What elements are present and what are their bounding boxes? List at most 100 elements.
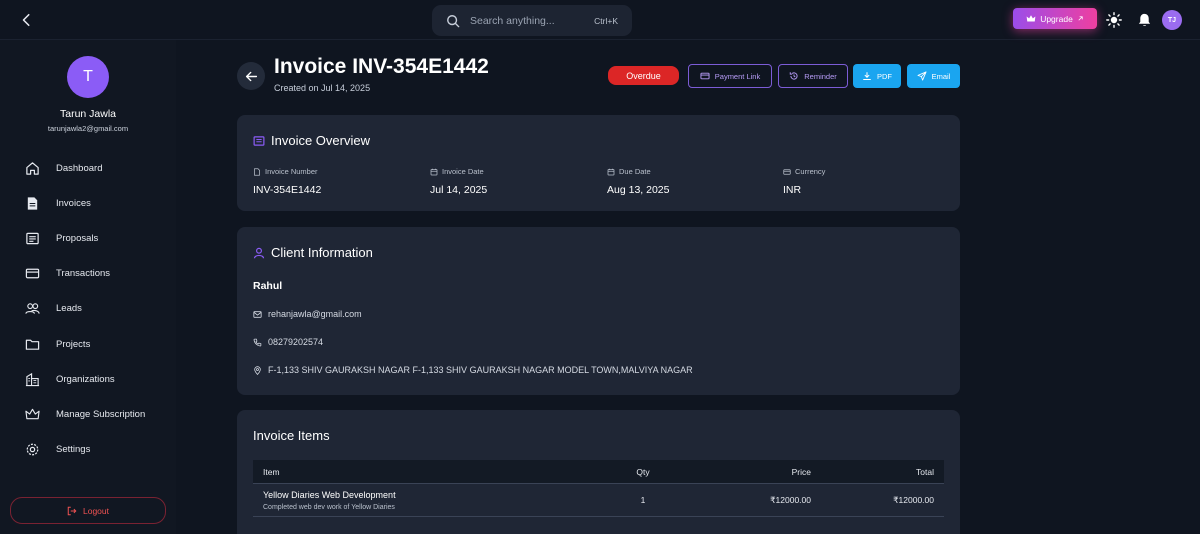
overview-invoice-number: Invoice Number INV-354E1442: [253, 167, 321, 196]
list-icon: [26, 232, 39, 244]
invoice-items-heading: Invoice Items: [253, 428, 330, 443]
column-item: Item: [263, 466, 280, 477]
collapse-sidebar-icon[interactable]: [20, 11, 36, 29]
reminder-button[interactable]: Reminder: [778, 64, 848, 88]
invoice-items-title: Invoice Items: [253, 428, 330, 443]
map-pin-icon: [254, 365, 261, 375]
overview-value: INR: [783, 184, 802, 196]
overview-invoice-date: Invoice Date Jul 14, 2025: [430, 167, 487, 196]
client-email: rehanjawla@gmail.com: [268, 309, 362, 319]
client-information-card: Client Information Rahul rehanjawla@gmai…: [237, 227, 960, 395]
invoice-overview-title: Invoice Overview: [271, 133, 370, 148]
status-badge: Overdue: [608, 66, 679, 85]
client-address: F-1,133 SHIV GAURAKSH NAGAR F-1,133 SHIV…: [268, 365, 693, 375]
top-bar: Search anything... Ctrl+K Upgrade TJ: [0, 0, 1200, 40]
overview-value: INV-354E1442: [253, 184, 322, 196]
sidebar-item-proposals[interactable]: Proposals: [25, 228, 98, 248]
logout-label: Logout: [83, 505, 109, 516]
calendar-icon: [607, 168, 615, 175]
invoice-overview-card: Invoice Overview Invoice Number INV-354E…: [237, 115, 960, 211]
column-price: Price: [791, 466, 811, 477]
invoice-overview-heading: Invoice Overview: [253, 133, 370, 148]
email-button[interactable]: Email: [907, 64, 960, 88]
back-button[interactable]: [237, 62, 265, 90]
credit-card-icon: [25, 268, 40, 278]
sidebar-item-label: Transactions: [56, 267, 111, 279]
sidebar-item-label: Leads: [56, 302, 82, 314]
profile-email: tarunjawla2@gmail.com: [47, 124, 129, 133]
sidebar-item-label: Dashboard: [56, 162, 103, 174]
send-icon: [917, 71, 927, 81]
search-bar[interactable]: Search anything... Ctrl+K: [432, 5, 632, 36]
item-name: Yellow Diaries Web Development: [263, 489, 396, 500]
sidebar-item-dashboard[interactable]: Dashboard: [25, 158, 102, 178]
arrow-left-icon: [245, 71, 257, 81]
gear-icon: [26, 443, 39, 455]
upgrade-button[interactable]: Upgrade: [1013, 8, 1097, 29]
sidebar-item-label: Proposals: [56, 232, 99, 244]
item-cell: Yellow Diaries Web Development Completed…: [253, 490, 613, 511]
folder-icon: [25, 339, 40, 350]
sidebar-item-leads[interactable]: Leads: [25, 298, 82, 318]
phone-icon: [253, 338, 262, 346]
logout-button[interactable]: Logout: [10, 497, 166, 524]
file-icon: [254, 167, 260, 176]
invoice-items-card: Invoice Items Item Qty Price Total Yello…: [237, 410, 960, 534]
overview-currency: Currency INR: [783, 167, 825, 196]
upgrade-label: Upgrade: [1040, 13, 1073, 24]
column-qty: Qty: [636, 466, 650, 477]
item-qty: 1: [640, 495, 646, 505]
page-subtitle: Created on Jul 14, 2025: [274, 83, 371, 93]
sidebar-item-projects[interactable]: Projects: [25, 334, 90, 354]
item-description: Completed web dev work of Yellow Diaries: [263, 503, 395, 511]
table-row: Yellow Diaries Web Development Completed…: [253, 484, 944, 517]
sidebar-item-label: Organizations: [56, 373, 115, 385]
sidebar-item-label: Settings: [56, 443, 91, 455]
overview-value: Jul 14, 2025: [430, 184, 488, 196]
bell-icon[interactable]: [1137, 12, 1152, 28]
sun-icon[interactable]: [1106, 12, 1122, 28]
credit-card-icon: [700, 72, 710, 80]
logout-icon: [67, 506, 77, 515]
item-price: ₹12000.00: [770, 494, 811, 505]
pdf-button[interactable]: PDF: [853, 64, 901, 88]
sidebar-item-settings[interactable]: Settings: [25, 439, 90, 459]
building-icon: [25, 372, 40, 386]
main-content: Invoice INV-354E1442 Created on Jul 14, …: [176, 40, 1200, 534]
user-avatar[interactable]: TJ: [1162, 10, 1182, 30]
email-label: Email: [931, 71, 951, 81]
page-title: Invoice INV-354E1442: [274, 55, 489, 78]
sidebar-item-invoices[interactable]: Invoices: [25, 193, 91, 213]
client-information-heading: Client Information: [253, 245, 373, 260]
receipt-icon: [253, 135, 265, 146]
document-icon: [27, 196, 38, 210]
overview-label: Invoice Number: [265, 167, 318, 176]
client-email-row: rehanjawla@gmail.com: [253, 309, 362, 319]
client-address-row: F-1,133 SHIV GAURAKSH NAGAR F-1,133 SHIV…: [253, 365, 693, 375]
sidebar-item-manage-subscription[interactable]: Manage Subscription: [25, 404, 145, 424]
item-total: ₹12000.00: [893, 494, 934, 505]
table-header: Item Qty Price Total: [253, 460, 944, 484]
client-phone: 08279202574: [268, 337, 324, 347]
overview-label: Due Date: [619, 167, 651, 176]
overview-label: Invoice Date: [442, 167, 484, 176]
sidebar-item-organizations[interactable]: Organizations: [25, 369, 115, 389]
reminder-label: Reminder: [804, 71, 837, 81]
payment-link-button[interactable]: Payment Link: [688, 64, 772, 88]
credit-card-icon: [783, 168, 791, 175]
search-placeholder: Search anything...: [470, 14, 555, 27]
sidebar-item-transactions[interactable]: Transactions: [25, 263, 110, 283]
mail-icon: [253, 310, 262, 318]
pdf-label: PDF: [877, 71, 892, 81]
crown-icon: [1026, 14, 1036, 21]
client-name: Rahul: [253, 280, 283, 292]
invoice-items-table: Item Qty Price Total Yellow Diaries Web …: [253, 460, 944, 517]
overview-due-date: Due Date Aug 13, 2025: [607, 167, 669, 196]
sidebar: T Tarun Jawla tarunjawla2@gmail.com Dash…: [0, 40, 176, 534]
users-icon: [25, 302, 40, 314]
user-icon: [253, 247, 265, 258]
search-icon: [447, 14, 460, 27]
calendar-icon: [430, 168, 438, 175]
download-icon: [863, 72, 871, 80]
sidebar-item-label: Invoices: [56, 197, 91, 209]
